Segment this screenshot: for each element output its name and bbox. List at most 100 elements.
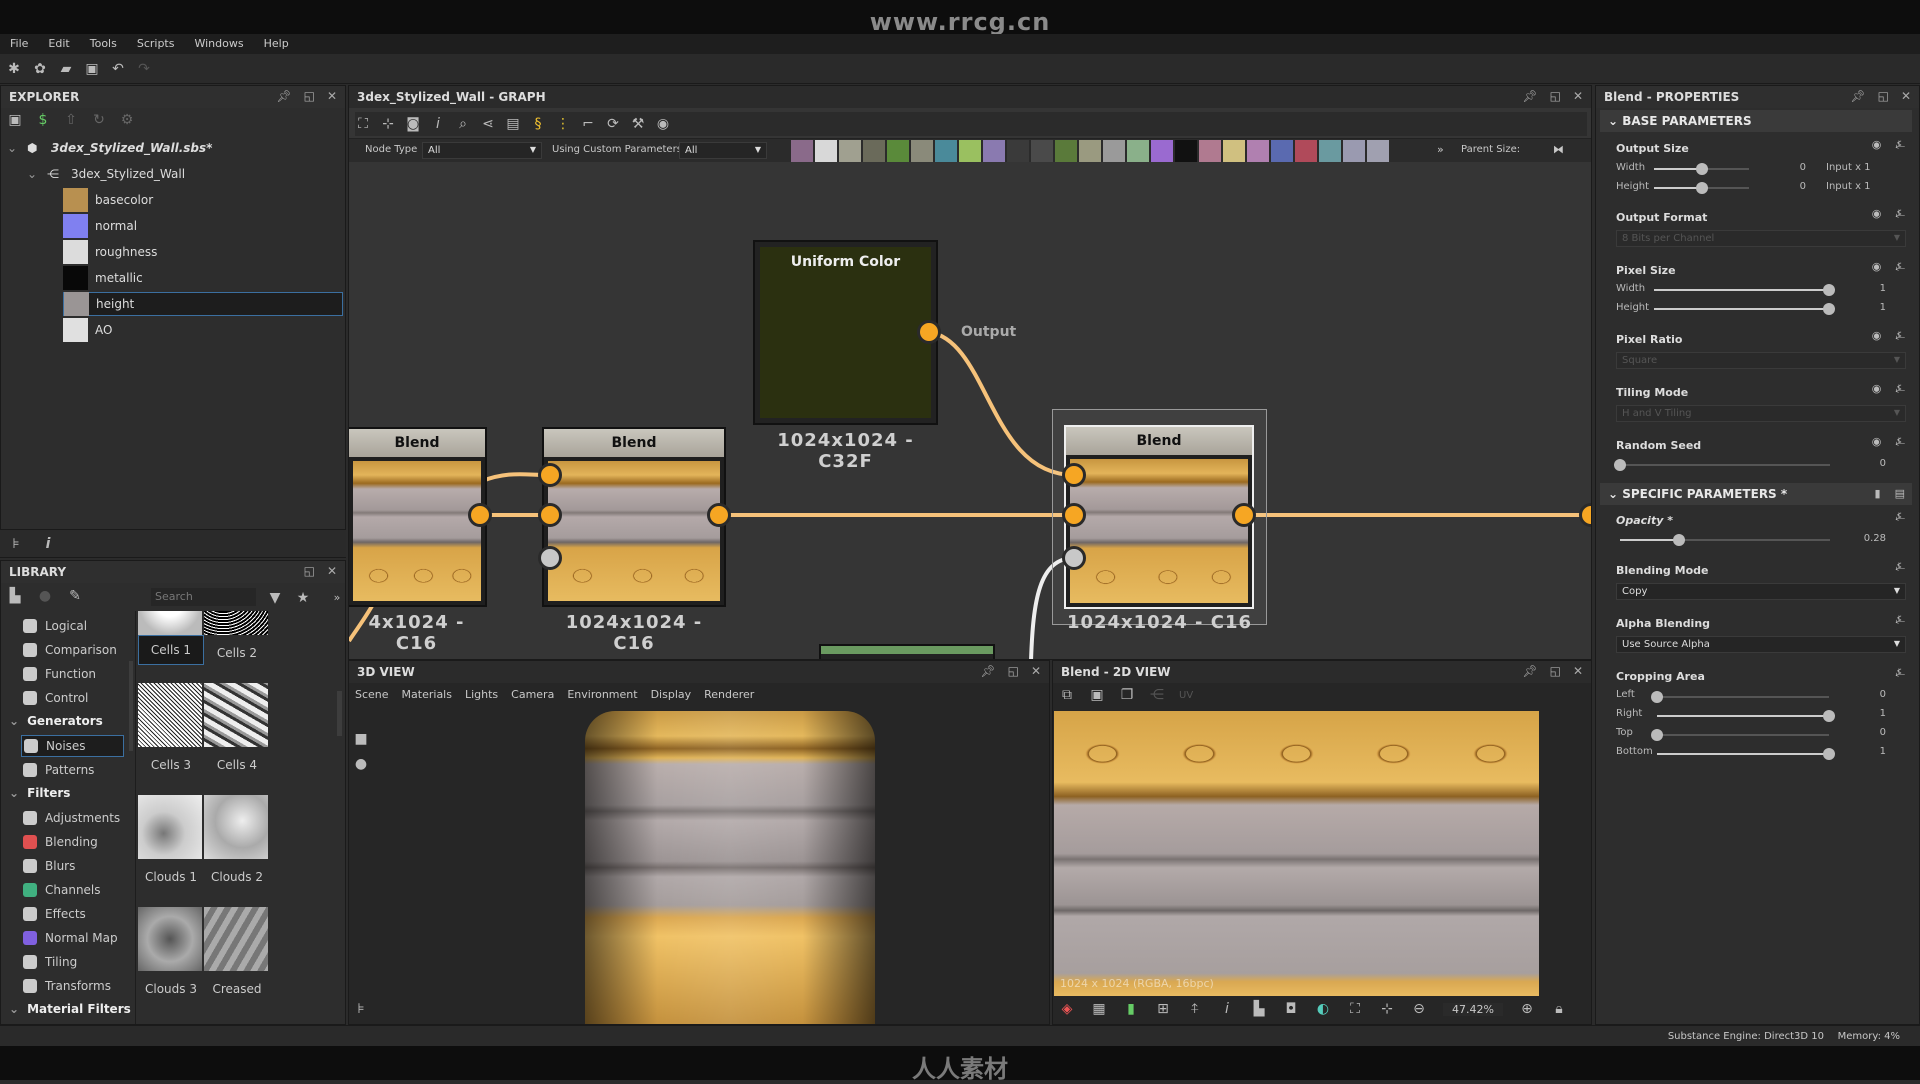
output-item-height[interactable]: height	[63, 292, 343, 316]
output-height-slider[interactable]	[1654, 182, 1749, 194]
library-category-noises[interactable]: Noises	[21, 735, 124, 757]
chevron-down-icon[interactable]: ⌄	[7, 141, 27, 155]
2d-texture-preview[interactable]: 1024 x 1024 (RGBA, 16bpc)	[1054, 711, 1539, 996]
library-thumbnail-label[interactable]: Clouds 2	[204, 865, 270, 889]
library-thumbnail-label[interactable]: Cells 2	[204, 641, 270, 665]
base-parameters-section[interactable]: ⌄ BASE PARAMETERS	[1600, 110, 1912, 132]
screenshot-icon[interactable]: ◙	[405, 116, 421, 132]
library-category-patterns[interactable]: Patterns	[23, 759, 94, 781]
zoom-1-1-icon[interactable]: ⊹	[1379, 1001, 1395, 1017]
float-icon[interactable]: ◱	[1550, 89, 1561, 103]
expose-icon[interactable]: ◉	[1872, 382, 1882, 396]
tree-package[interactable]: ⌄ ⬢ 3dex_Stylized_Wall.sbs*	[7, 136, 212, 160]
crop-left-value[interactable]: 0	[1866, 689, 1886, 700]
node-partial[interactable]	[819, 644, 995, 659]
library-category-control[interactable]: Control	[23, 687, 88, 709]
channels-icon[interactable]: ◈	[1059, 1001, 1075, 1017]
expose-icon[interactable]: ◉	[1872, 260, 1882, 274]
pixel-width-value[interactable]: 1	[1866, 283, 1886, 294]
crop-right-slider[interactable]	[1657, 710, 1835, 722]
tiling-icon[interactable]: ⊞	[1155, 1001, 1171, 1017]
node-palette-button[interactable]	[1127, 140, 1149, 162]
menu-scene[interactable]: Scene	[355, 688, 389, 701]
function-icon[interactable]: ⍼	[1895, 329, 1905, 343]
node-palette-button[interactable]	[1199, 140, 1221, 162]
close-icon[interactable]: ✕	[327, 89, 337, 103]
foreground-port[interactable]	[1062, 463, 1086, 487]
library-category-transforms[interactable]: Transforms	[23, 975, 111, 997]
random-seed-value[interactable]: 0	[1866, 458, 1886, 469]
node-palette-button[interactable]	[911, 140, 933, 162]
tree-graph[interactable]: ⌄ ⋲ 3dex_Stylized_Wall	[27, 162, 185, 186]
close-icon[interactable]: ✕	[1901, 89, 1911, 103]
info-icon[interactable]: i	[1219, 1001, 1235, 1017]
library-thumbnail-label[interactable]: Creased	[204, 977, 270, 1001]
specific-parameters-section[interactable]: ⌄ SPECIFIC PARAMETERS *	[1600, 483, 1912, 505]
alpha-blending-dropdown[interactable]: Use Source Alpha ▼	[1616, 636, 1906, 653]
node-palette-button[interactable]	[959, 140, 981, 162]
library-category-function[interactable]: Function	[23, 663, 96, 685]
categories-scrollbar[interactable]	[129, 661, 133, 751]
float-icon[interactable]: ◱	[304, 564, 315, 578]
library-category-blending[interactable]: Blending	[23, 831, 98, 853]
uv-icon[interactable]: ⋲	[1149, 687, 1165, 703]
library-thumbnail-label[interactable]: Cells 4	[204, 753, 270, 777]
zoom-out-icon[interactable]: ⊖	[1411, 1001, 1427, 1017]
zoom-in-icon[interactable]: ⊕	[1519, 1001, 1535, 1017]
custom-params-dropdown[interactable]: All ▼	[679, 142, 767, 159]
expose-icon[interactable]: ◉	[1872, 138, 1882, 152]
frame-all-icon[interactable]: ⛶	[355, 116, 371, 132]
output-width-slider[interactable]	[1654, 163, 1749, 175]
pixel-height-slider[interactable]	[1654, 303, 1835, 315]
close-icon[interactable]: ✕	[1031, 664, 1041, 678]
output-port[interactable]	[1232, 503, 1256, 527]
expose-icon[interactable]: ◉	[1872, 329, 1882, 343]
output-item-roughness[interactable]: roughness	[63, 240, 343, 264]
node-palette-button[interactable]	[1175, 140, 1197, 162]
expose-icon[interactable]: ◉	[1872, 207, 1882, 221]
lock-icon[interactable]: 🔒︎	[1551, 1001, 1567, 1017]
publish-icon[interactable]: $	[35, 112, 51, 128]
rotate-icon[interactable]: ⟳	[605, 116, 621, 132]
light-icon[interactable]: ●	[353, 756, 369, 772]
float-icon[interactable]: ◱	[304, 89, 315, 103]
crop-top-slider[interactable]	[1651, 729, 1829, 741]
node-palette-button[interactable]	[1271, 140, 1293, 162]
pixel-width-slider[interactable]	[1654, 284, 1835, 296]
pin-icon[interactable]: 📌︎	[1850, 89, 1865, 103]
color-ramp-icon[interactable]: ▮	[1123, 1001, 1139, 1017]
output-port[interactable]	[707, 503, 731, 527]
node-uniform-color[interactable]: Uniform Color	[753, 240, 938, 425]
background-port[interactable]	[538, 503, 562, 527]
favorite-icon[interactable]: ★	[295, 590, 311, 606]
reload-icon[interactable]: ↻	[91, 112, 107, 128]
blending-mode-dropdown[interactable]: Copy ▼	[1616, 583, 1906, 600]
zoom-level[interactable]: 47.42%	[1443, 1002, 1503, 1016]
share-icon[interactable]: ⋖	[480, 116, 496, 132]
output-height-value[interactable]: 0	[1786, 181, 1806, 192]
node-blend-left[interactable]: Blend	[349, 427, 487, 607]
menu-camera[interactable]: Camera	[511, 688, 554, 701]
straighten-icon[interactable]: ⌐	[580, 116, 596, 132]
node-blend-right[interactable]: Blend	[1064, 425, 1254, 609]
library-thumbnail[interactable]	[204, 907, 268, 971]
chevron-down-icon[interactable]: ⌄	[9, 786, 19, 800]
float-icon[interactable]: ◱	[1008, 664, 1019, 678]
save-icon[interactable]: ▣	[1089, 687, 1105, 703]
library-category-blurs[interactable]: Blurs	[23, 855, 75, 877]
random-seed-slider[interactable]	[1614, 459, 1830, 471]
library-thumbnail-label[interactable]: Clouds 3	[138, 977, 204, 1001]
float-icon[interactable]: ◱	[1878, 89, 1889, 103]
node-palette-button[interactable]	[1055, 140, 1077, 162]
thumbnails-scrollbar[interactable]	[337, 691, 342, 736]
output-format-dropdown[interactable]: 8 Bits per Channel ▼	[1616, 230, 1906, 247]
node-palette-button[interactable]	[1295, 140, 1317, 162]
align-icon[interactable]: ⋮	[555, 116, 571, 132]
library-category-effects[interactable]: Effects	[23, 903, 86, 925]
open-icon[interactable]: ▰	[58, 61, 74, 77]
menu-edit[interactable]: Edit	[38, 34, 79, 54]
node-palette-button[interactable]	[1223, 140, 1245, 162]
menu-renderer[interactable]: Renderer	[704, 688, 754, 701]
node-type-dropdown[interactable]: All ▼	[422, 142, 542, 159]
settings-icon[interactable]: ⚙	[119, 112, 135, 128]
